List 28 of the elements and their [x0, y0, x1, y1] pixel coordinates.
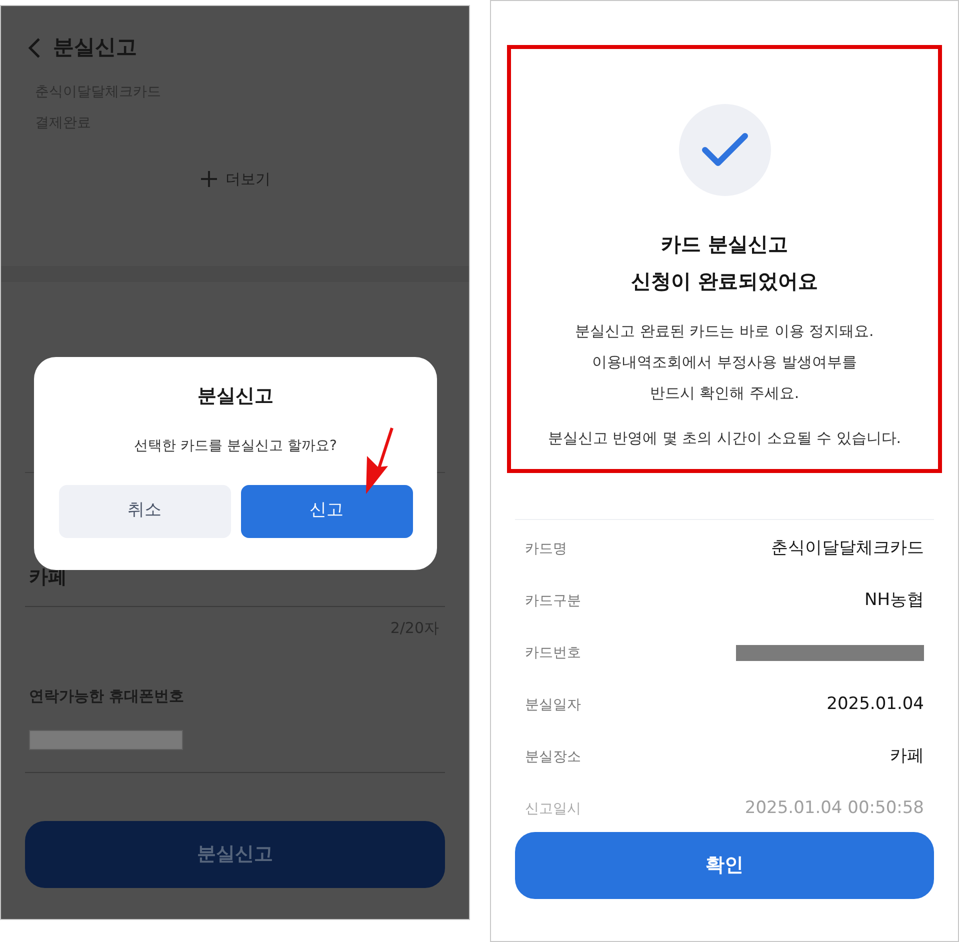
note-text: 분실신고 반영에 몇 초의 시간이 소요될 수 있습니다.	[548, 428, 902, 449]
detail-value: 2025.01.04	[826, 693, 924, 716]
page-title: 분실신고	[53, 34, 137, 61]
description-text: 분실신고 완료된 카드는 바로 이용 정지돼요.	[575, 321, 874, 342]
report-button[interactable]: 분실신고	[25, 820, 445, 888]
place-value: 카페	[29, 565, 67, 590]
dialog-title: 분실신고	[198, 384, 274, 409]
description-text: 반드시 확인해 주세요.	[650, 383, 800, 404]
check-icon	[700, 132, 748, 168]
cancel-button[interactable]: 취소	[58, 484, 230, 538]
description-text: 이용내역조회에서 부정사용 발생여부를	[592, 352, 857, 373]
detail-value: 춘식이달달체크카드	[771, 537, 924, 560]
detail-label: 카드구분	[525, 592, 581, 610]
detail-value: NH농협	[864, 589, 924, 612]
detail-label: 카드번호	[525, 644, 581, 662]
detail-label: 분실일자	[525, 696, 581, 714]
dialog-message: 선택한 카드를 분실신고 할까요?	[134, 436, 337, 456]
detail-label: 분실장소	[525, 748, 581, 766]
detail-label: 신고일시	[525, 800, 581, 818]
plus-icon	[200, 170, 218, 188]
detail-value: 카페	[890, 745, 924, 768]
detail-label: 카드명	[525, 540, 567, 558]
result-title: 신청이 완료되었어요	[631, 269, 818, 294]
back-icon[interactable]	[27, 36, 41, 59]
report-button[interactable]: 신고	[240, 484, 412, 538]
confirm-button[interactable]: 확인	[515, 832, 934, 899]
result-title: 카드 분실신고	[661, 232, 788, 257]
detail-value: 2025.01.04 00:50:58	[744, 797, 924, 820]
